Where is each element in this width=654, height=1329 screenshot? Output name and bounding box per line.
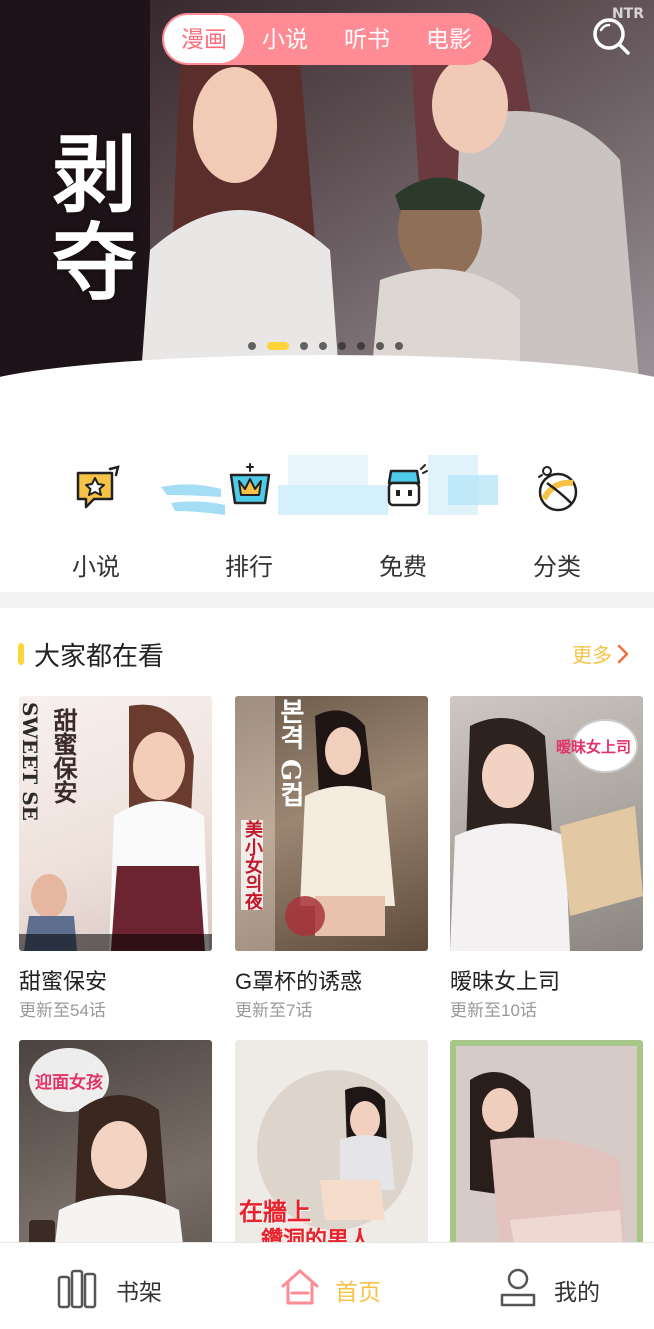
more-button[interactable]: 更多	[572, 639, 630, 668]
book-update: 更新至54话	[19, 1001, 106, 1020]
carousel-dot[interactable]	[248, 342, 256, 350]
carousel-dot-active[interactable]	[267, 342, 289, 350]
nav-label: 书架	[116, 1279, 162, 1305]
banner-title: 剥夺	[39, 130, 138, 306]
bottom-nav: 书架 首页 我的	[0, 1242, 654, 1329]
cover-title: 暧昧女上司	[556, 738, 632, 756]
carousel-dot[interactable]	[319, 342, 327, 350]
nav-label: 我的	[554, 1279, 600, 1305]
quicknav-label: 排行	[225, 554, 273, 581]
tab-novels[interactable]: 小说	[244, 13, 326, 65]
carousel-dots	[248, 342, 414, 350]
section-title: 大家都在看	[34, 641, 165, 671]
book-title: 暧昧女上司	[450, 969, 561, 994]
quicknav-label: 分类	[533, 554, 581, 581]
crown-rank-icon	[229, 463, 271, 505]
quicknav-label: 小说	[72, 554, 120, 581]
book-title: 甜蜜保安	[19, 969, 108, 994]
bookshelf-icon	[57, 1269, 97, 1309]
quicknav-free[interactable]: 免费	[343, 455, 463, 585]
app-page: 剥夺 NTR 漫画 小说 听书 电影 小说 排行 免费 分类 大家都在看 更多 …	[0, 0, 654, 1329]
quicknav-novels[interactable]: 小说	[36, 455, 156, 585]
tab-movies[interactable]: 电影	[408, 13, 490, 65]
quick-nav: 小说 排行 免费 分类	[0, 455, 654, 585]
nav-label: 首页	[335, 1279, 381, 1305]
quicknav-label: 免费	[379, 554, 427, 581]
more-label: 更多	[572, 645, 612, 667]
cover-subtitle: SWEET SE	[19, 702, 42, 821]
category-ball-icon	[538, 466, 578, 512]
cover-subtitle: 美小女의夜	[241, 820, 263, 910]
carousel-dot[interactable]	[395, 342, 403, 350]
carousel-dot[interactable]	[338, 342, 346, 350]
carousel-dot[interactable]	[300, 342, 308, 350]
book-cover: 본격 G컵 美小女의夜	[235, 696, 428, 951]
quicknav-category[interactable]: 分类	[497, 455, 617, 585]
book-cover: 暧昧女上司	[450, 696, 643, 951]
cover-title: 甜蜜保安	[49, 708, 78, 804]
user-icon	[500, 1268, 536, 1307]
section-divider	[0, 592, 654, 608]
section-accent-bar	[18, 643, 24, 665]
free-robot-icon	[387, 464, 428, 507]
cover-title: 본격 G컵	[275, 698, 305, 808]
tab-audiobooks[interactable]: 听书	[326, 13, 408, 65]
search-icon[interactable]	[591, 16, 631, 56]
nav-home[interactable]: 首页	[278, 1243, 398, 1329]
nav-bookshelf[interactable]: 书架	[56, 1243, 176, 1329]
chevron-right-icon	[617, 644, 629, 663]
carousel-dot[interactable]	[357, 342, 365, 350]
book-cover: 甜蜜保安 SWEET SE	[19, 696, 212, 951]
content-type-tabs: 漫画 小说 听书 电影	[162, 13, 492, 65]
home-icon	[281, 1269, 319, 1305]
carousel-dot[interactable]	[376, 342, 384, 350]
star-book-icon	[76, 465, 120, 509]
tab-comics[interactable]: 漫画	[164, 15, 244, 63]
book-update: 更新至10话	[450, 1001, 537, 1020]
nav-profile[interactable]: 我的	[496, 1243, 616, 1329]
book-update: 更新至7话	[235, 1001, 313, 1020]
book-title: G罩杯的诱惑	[235, 969, 363, 994]
cover-title: 迎面女孩	[35, 1073, 103, 1093]
